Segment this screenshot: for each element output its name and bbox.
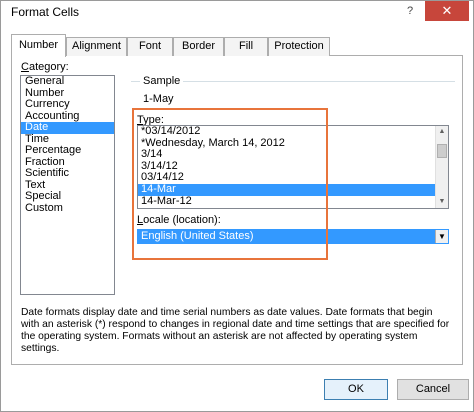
tab-font[interactable]: Font xyxy=(127,37,173,56)
category-item-scientific[interactable]: Scientific xyxy=(21,167,114,180)
tab-protection[interactable]: Protection xyxy=(268,37,330,56)
category-item-percentage[interactable]: Percentage xyxy=(21,144,114,157)
description-text: Date formats display date and time seria… xyxy=(21,307,450,354)
sample-label: Sample xyxy=(140,75,184,87)
tab-number[interactable]: Number xyxy=(11,34,66,57)
category-item-special[interactable]: Special xyxy=(21,190,114,203)
dialog-title: Format Cells xyxy=(11,5,80,19)
scroll-up-arrow-icon[interactable]: ▲ xyxy=(436,126,448,138)
ok-button[interactable]: OK xyxy=(324,379,388,400)
cancel-button[interactable]: Cancel xyxy=(397,379,469,400)
tab-fill[interactable]: Fill xyxy=(224,37,268,56)
type-list-scrollbar[interactable]: ▲ ▼ xyxy=(435,126,448,208)
tab-strip: Number Alignment Font Border Fill Protec… xyxy=(11,34,471,57)
category-item-custom[interactable]: Custom xyxy=(21,202,114,215)
help-button[interactable]: ? xyxy=(399,1,421,21)
tab-border[interactable]: Border xyxy=(173,37,224,56)
highlight-box xyxy=(132,108,328,260)
format-cells-dialog: Format Cells ? ✕ Number Alignment Font B… xyxy=(0,0,474,412)
scroll-down-arrow-icon[interactable]: ▼ xyxy=(436,196,448,208)
scroll-thumb[interactable] xyxy=(437,144,447,158)
tab-alignment[interactable]: Alignment xyxy=(66,37,127,56)
title-bar: Format Cells ? ✕ xyxy=(1,1,473,27)
category-item-currency[interactable]: Currency xyxy=(21,98,114,111)
close-icon: ✕ xyxy=(441,3,453,18)
category-label: Category: xyxy=(21,61,69,73)
category-item-date[interactable]: Date xyxy=(21,121,114,134)
chevron-down-icon[interactable]: ▼ xyxy=(435,230,448,243)
category-item-general[interactable]: General xyxy=(21,75,114,88)
sample-value: 1-May xyxy=(143,93,174,105)
close-button[interactable]: ✕ xyxy=(425,1,469,21)
category-list[interactable]: General Number Currency Accounting Date … xyxy=(20,75,115,295)
